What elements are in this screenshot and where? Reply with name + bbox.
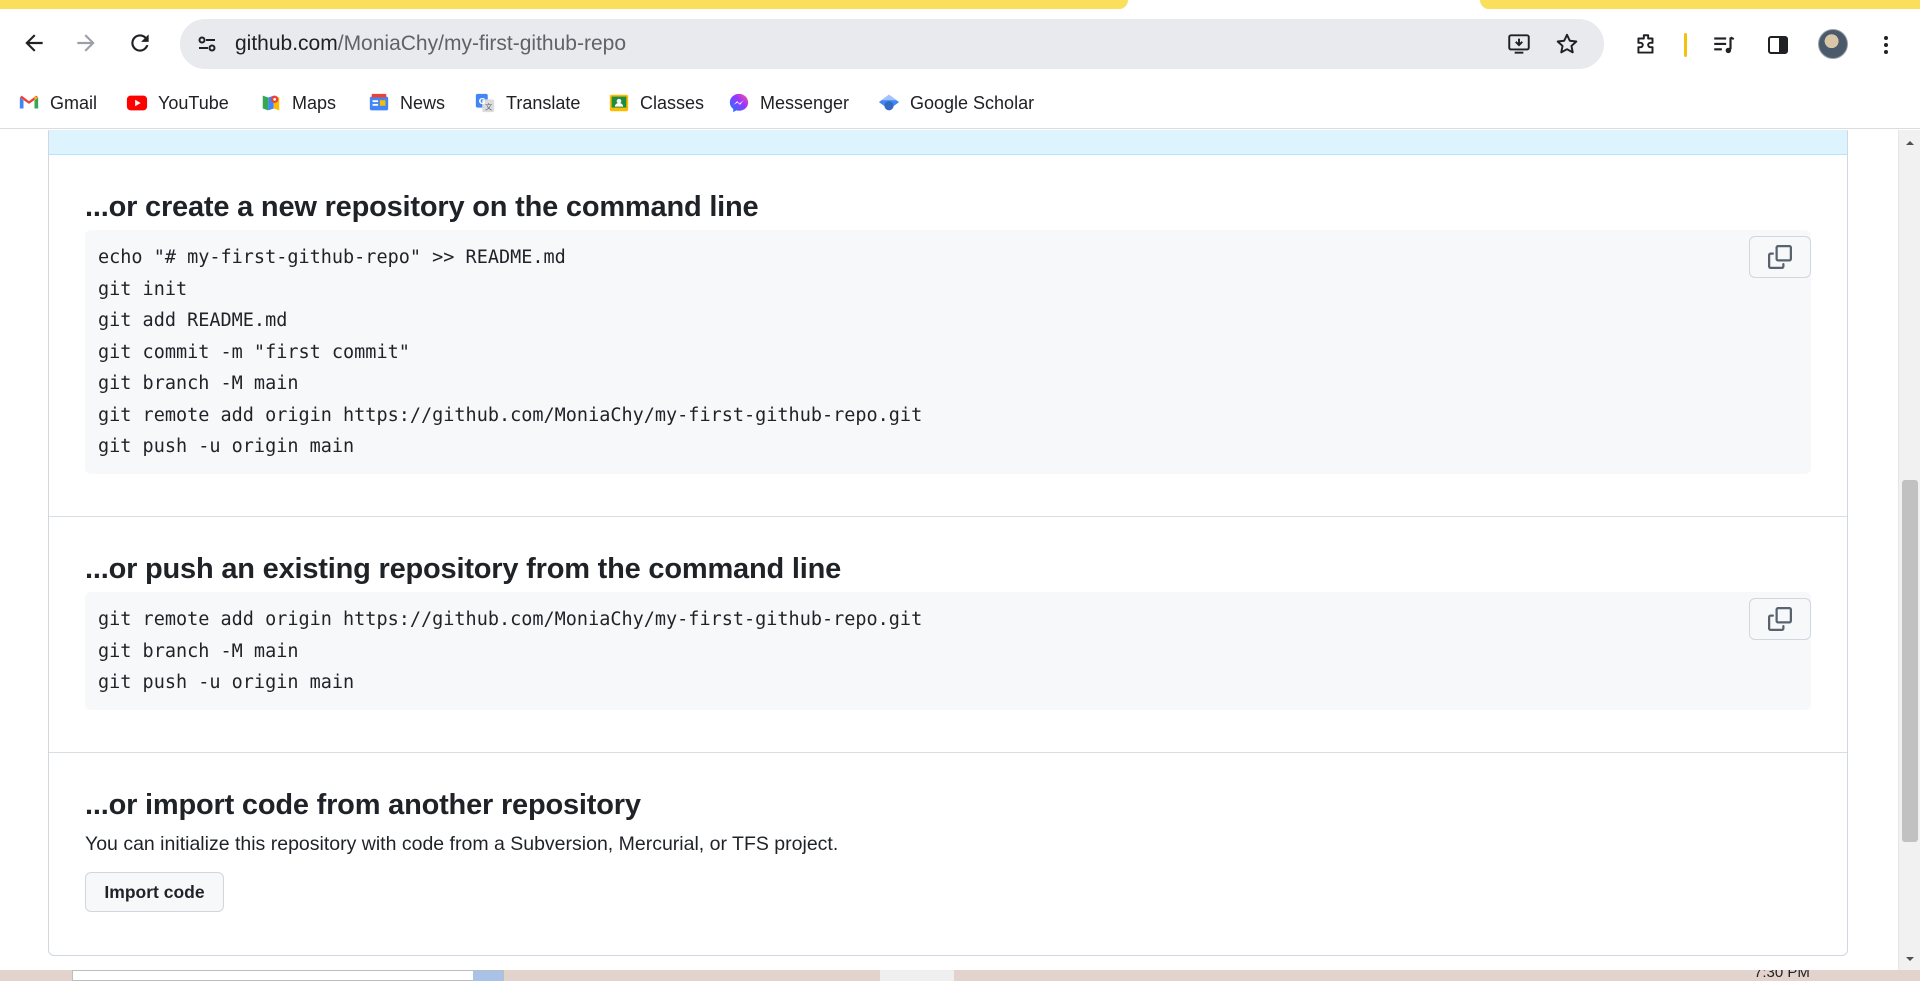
code-line: git commit -m "first commit"	[98, 341, 410, 363]
bookmark-label: News	[400, 92, 446, 113]
push-repo-section: ...or push an existing repository from t…	[49, 517, 1847, 753]
create-repo-section: ...or create a new repository on the com…	[49, 155, 1847, 517]
quick-setup-banner	[49, 130, 1847, 155]
bookmark-google-scholar[interactable]: Google Scholar	[878, 89, 1034, 117]
forward-button[interactable]	[66, 23, 106, 63]
page-content: ...or create a new repository on the com…	[0, 130, 1898, 970]
os-taskbar: 7:30 PM	[0, 970, 1920, 981]
import-repo-section: ...or import code from another repositor…	[49, 753, 1847, 955]
bookmark-translate[interactable]: G文 Translate	[474, 89, 580, 117]
copy-create-commands-button[interactable]	[1749, 236, 1811, 278]
scroll-up-arrow-icon[interactable]	[1899, 134, 1920, 152]
profile-divider	[1684, 33, 1687, 57]
bookmark-maps[interactable]: Maps	[260, 89, 336, 117]
page-scrollbar[interactable]	[1898, 130, 1920, 970]
bookmark-label: Maps	[292, 92, 337, 113]
bookmark-gmail[interactable]: Gmail	[18, 89, 97, 117]
youtube-icon	[126, 92, 148, 114]
bookmarks-bar: Gmail YouTube Maps News G文 Translate Cla…	[0, 77, 1920, 129]
tab-strip-right	[1480, 0, 1920, 9]
classes-icon	[608, 92, 630, 114]
code-line: echo "# my-first-github-repo" >> README.…	[98, 247, 566, 268]
gmail-icon	[18, 92, 40, 114]
translate-icon: G文	[474, 92, 496, 114]
taskbar-search-box[interactable]	[72, 970, 504, 981]
bookmark-youtube[interactable]: YouTube	[126, 89, 229, 117]
profile-avatar[interactable]	[1818, 29, 1848, 59]
arrow-left-icon	[25, 34, 43, 52]
push-repo-code-block: git remote add origin https://github.com…	[85, 592, 1811, 710]
code-line: git branch -M main	[98, 373, 299, 394]
bookmark-label: YouTube	[158, 92, 229, 113]
create-repo-code[interactable]: echo "# my-first-github-repo" >> README.…	[98, 242, 922, 463]
bookmark-news[interactable]: News	[368, 89, 445, 117]
arrow-right-icon	[77, 34, 95, 52]
maps-icon	[260, 92, 282, 114]
active-tab-strip	[0, 0, 1128, 9]
side-panel-icon[interactable]	[1762, 29, 1794, 61]
bookmark-label: Google Scholar	[910, 92, 1035, 113]
browser-toolbar: github.com/MoniaChy/my-first-github-repo	[0, 9, 1920, 77]
copy-icon	[1768, 245, 1792, 269]
url-path: /MoniaChy/my-first-github-repo	[337, 32, 626, 55]
bookmark-star-icon[interactable]	[1553, 30, 1581, 58]
bookmark-messenger[interactable]: Messenger	[728, 89, 849, 117]
code-line: git remote add origin https://github.com…	[98, 404, 923, 426]
window-top-strip	[0, 0, 1920, 9]
import-description: You can initialize this repository with …	[85, 833, 839, 855]
code-line: git branch -M main	[98, 640, 299, 662]
install-app-icon[interactable]	[1505, 30, 1533, 58]
extensions-icon[interactable]	[1630, 29, 1662, 61]
quick-setup-card: ...or create a new repository on the com…	[48, 130, 1848, 956]
bookmark-classes[interactable]: Classes	[608, 89, 704, 117]
import-code-button[interactable]: Import code	[85, 872, 224, 912]
media-control-icon[interactable]	[1708, 29, 1740, 61]
url-host: github.com	[235, 32, 338, 55]
bookmark-label: Gmail	[50, 92, 98, 113]
code-line: git add README.md	[98, 310, 288, 331]
code-line: git init	[98, 278, 188, 300]
copy-icon	[1768, 607, 1792, 631]
messenger-icon	[728, 92, 750, 114]
push-repo-heading: ...or push an existing repository from t…	[85, 553, 842, 585]
scroll-down-arrow-icon[interactable]	[1899, 950, 1920, 968]
create-repo-code-block: echo "# my-first-github-repo" >> README.…	[85, 230, 1811, 474]
code-line: git remote add origin https://github.com…	[98, 609, 923, 630]
bookmark-label: Classes	[640, 92, 705, 113]
import-repo-heading: ...or import code from another repositor…	[85, 789, 641, 821]
back-button[interactable]	[14, 23, 54, 63]
search-box-accent	[473, 971, 503, 981]
taskbar-clock: 7:30 PM	[1754, 970, 1810, 981]
svg-text:文: 文	[485, 102, 493, 111]
push-repo-code[interactable]: git remote add origin https://github.com…	[98, 604, 922, 699]
code-line: git push -u origin main	[98, 672, 355, 693]
scholar-icon	[878, 92, 900, 114]
bookmark-label: Messenger	[760, 92, 850, 113]
news-icon	[368, 92, 390, 114]
code-line: git push -u origin main	[98, 436, 355, 457]
taskbar-app[interactable]	[880, 970, 954, 981]
create-repo-heading: ...or create a new repository on the com…	[85, 191, 759, 223]
scrollbar-thumb[interactable]	[1902, 480, 1918, 842]
site-info-icon[interactable]	[192, 29, 222, 59]
reload-button[interactable]	[120, 23, 160, 63]
reload-icon	[131, 34, 149, 52]
more-menu-icon[interactable]	[1870, 29, 1902, 61]
address-bar[interactable]: github.com/MoniaChy/my-first-github-repo	[180, 19, 1604, 69]
copy-push-commands-button[interactable]	[1749, 598, 1811, 640]
bookmark-label: Translate	[506, 92, 581, 113]
url-text[interactable]: github.com/MoniaChy/my-first-github-repo	[235, 32, 626, 56]
